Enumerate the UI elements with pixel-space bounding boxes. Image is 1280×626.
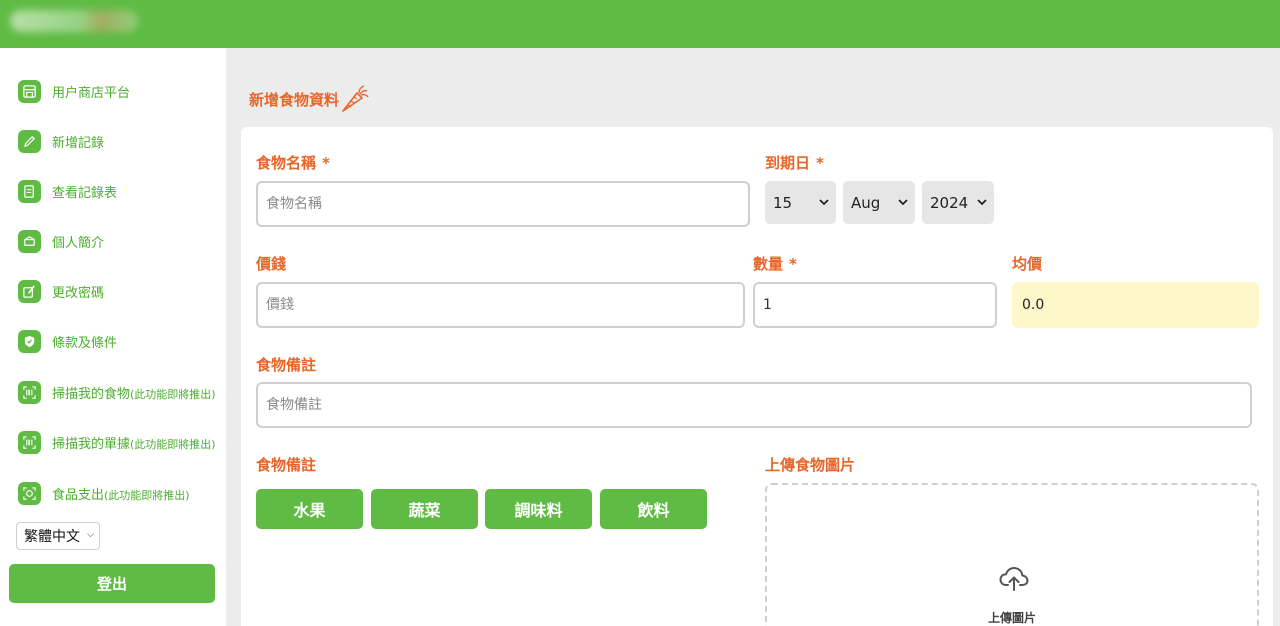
document-icon: [18, 179, 41, 203]
expiry-year-select[interactable]: 2024: [922, 181, 994, 224]
cloud-upload-icon: [999, 567, 1029, 591]
sidebar-item-change-password[interactable]: 更改密碼: [18, 278, 104, 304]
sidebar-item-label: 條款及條件: [52, 335, 118, 351]
quantity-input[interactable]: [753, 282, 997, 328]
language-value: 繁體中文: [24, 529, 80, 545]
sidebar-item-label: 更改密碼: [52, 285, 105, 301]
unit-price-label: 均價: [1012, 255, 1043, 273]
required-mark: *: [789, 255, 797, 273]
category-button-drink[interactable]: 飲料: [600, 489, 707, 529]
chevron-down-icon: [977, 199, 987, 206]
chevron-down-icon: [898, 199, 908, 206]
sidebar-item-scan-receipt[interactable]: 掃描我的單據(此功能即將推出): [18, 429, 216, 455]
receipt-scan-icon: [18, 481, 41, 505]
sidebar-item-label: 個人簡介: [52, 235, 105, 251]
expiry-date-label: 到期日 *: [765, 154, 824, 172]
required-mark: *: [322, 154, 330, 172]
language-select[interactable]: 繁體中文 ⌵: [16, 522, 100, 550]
coming-soon-note: (此功能即將推出): [130, 387, 216, 401]
edit-password-icon: [18, 279, 41, 303]
shield-icon: [18, 329, 41, 353]
category-label: 食物備註: [256, 456, 317, 474]
price-label: 價錢: [256, 255, 287, 273]
barcode-icon: [18, 380, 41, 404]
expiry-day-select[interactable]: 15: [765, 181, 836, 224]
pencil-icon: [18, 129, 41, 153]
sidebar-item-label: 查看記錄表: [52, 185, 118, 201]
sidebar: 用户商店平台 新增記錄 查看記錄表 個人簡介 更改密碼 條款及條件 掃描我的食物…: [0, 48, 226, 626]
chevron-down-icon: [819, 199, 829, 206]
store-icon: [18, 79, 41, 103]
top-bar: [0, 0, 1280, 48]
food-name-input[interactable]: [256, 181, 750, 227]
upload-image-label: 上傳食物圖片: [765, 456, 856, 474]
category-button-seasoning[interactable]: 調味料: [485, 489, 592, 529]
price-input[interactable]: [256, 282, 745, 328]
expiry-day-value: 15: [773, 193, 793, 212]
sidebar-item-scan-food[interactable]: 掃描我的食物(此功能即將推出): [18, 379, 216, 405]
sidebar-item-label: 食品支出(此功能即將推出): [52, 487, 190, 503]
logout-button[interactable]: 登出: [9, 564, 215, 603]
food-note-label: 食物備註: [256, 356, 317, 374]
category-button-fruit[interactable]: 水果: [256, 489, 363, 529]
required-mark: *: [816, 154, 824, 172]
page-title: 新增食物資料: [249, 84, 370, 114]
sidebar-item-add-record[interactable]: 新增記錄: [18, 128, 104, 154]
page-title-text: 新增食物資料: [249, 90, 340, 109]
carrot-icon: [342, 85, 369, 112]
expiry-month-select[interactable]: Aug: [843, 181, 915, 224]
category-button-vegetable[interactable]: 蔬菜: [371, 489, 478, 529]
barcode-icon: [18, 430, 41, 454]
expiry-month-value: Aug: [851, 193, 881, 212]
sidebar-item-food-expense[interactable]: 食品支出(此功能即將推出): [18, 480, 190, 506]
upload-image-text: 上傳圖片: [987, 611, 1036, 625]
sidebar-item-label: 新增記錄: [52, 135, 105, 151]
coming-soon-note: (此功能即將推出): [104, 488, 190, 502]
image-upload-dropzone[interactable]: 上傳圖片: [765, 483, 1259, 626]
sidebar-item-profile[interactable]: 個人簡介: [18, 228, 104, 254]
chevron-down-icon: ⌵: [87, 530, 94, 540]
app-logo[interactable]: [10, 10, 138, 32]
food-note-input[interactable]: [256, 382, 1252, 428]
sidebar-item-view-records[interactable]: 查看記錄表: [18, 178, 117, 204]
expiry-year-value: 2024: [930, 193, 969, 212]
quantity-label: 數量 *: [753, 255, 797, 273]
food-name-label: 食物名稱 *: [256, 154, 330, 172]
sidebar-item-terms[interactable]: 條款及條件: [18, 328, 117, 354]
sidebar-item-label: 用户商店平台: [52, 85, 131, 101]
unit-price-field: [1012, 282, 1259, 328]
profile-icon: [18, 229, 41, 253]
coming-soon-note: (此功能即將推出): [130, 437, 216, 451]
sidebar-item-label: 掃描我的食物(此功能即將推出): [52, 386, 216, 402]
sidebar-item-label: 掃描我的單據(此功能即將推出): [52, 436, 216, 452]
sidebar-item-store[interactable]: 用户商店平台: [18, 78, 130, 104]
